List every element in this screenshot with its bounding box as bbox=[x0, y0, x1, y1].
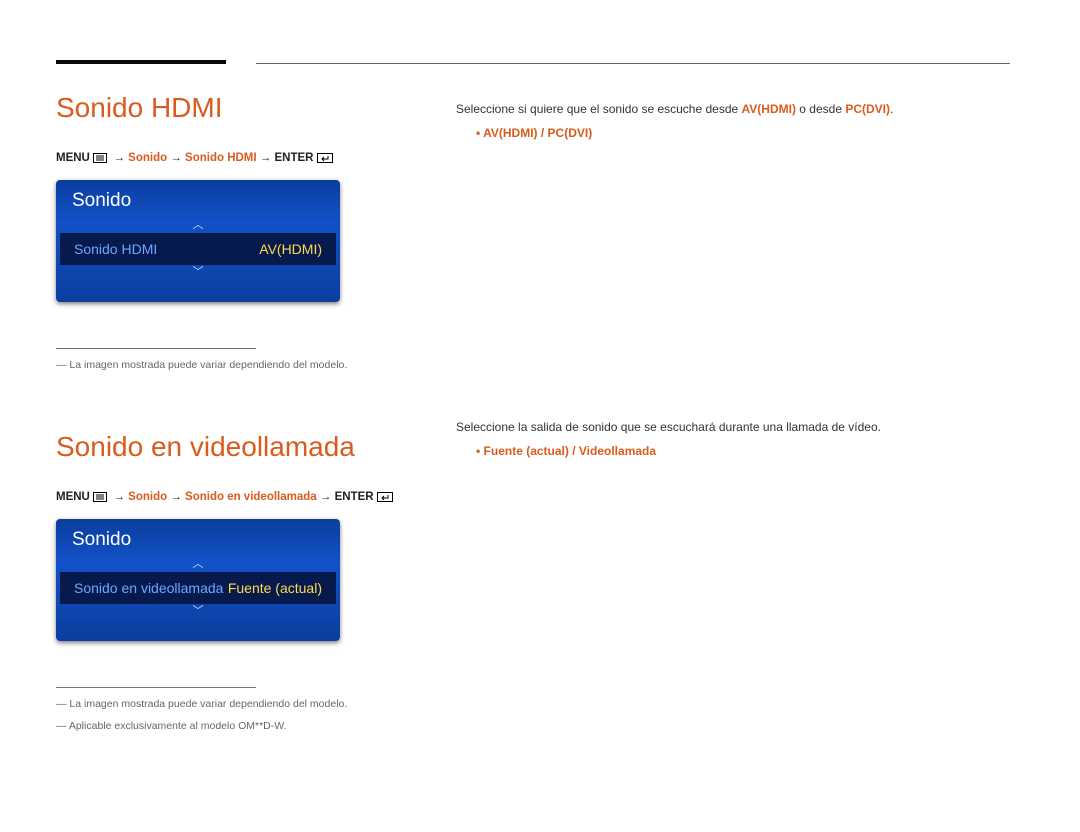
chevron-up-icon: ︿ bbox=[56, 218, 340, 233]
breadcrumb-hdmi: MENU → Sonido → Sonido HDMI → ENTER bbox=[56, 152, 396, 166]
menu-icon bbox=[93, 492, 107, 505]
osd-spacer bbox=[56, 619, 340, 641]
footnote: La imagen mostrada puede variar dependie… bbox=[56, 359, 396, 371]
right-hdmi: Seleccione si quiere que el sonido se es… bbox=[456, 102, 1010, 140]
osd-title: Sonido bbox=[56, 180, 340, 218]
osd-panel-videocall: Sonido ︿ Sonido en videollamada Fuente (… bbox=[56, 519, 340, 641]
desc-hdmi: Seleccione si quiere que el sonido se es… bbox=[456, 102, 1010, 116]
crumb-part-1: Sonido bbox=[128, 491, 167, 503]
crumb-part-1: Sonido bbox=[128, 152, 167, 164]
osd-row-label: Sonido HDMI bbox=[74, 241, 157, 257]
left-column: Sonido HDMI MENU → Sonido → Sonido HDMI … bbox=[56, 92, 396, 792]
osd-row-value: AV(HDMI) bbox=[259, 241, 322, 257]
desc-text: o desde bbox=[796, 102, 845, 116]
osd-row: Sonido HDMI AV(HDMI) bbox=[60, 233, 336, 265]
menu-label: MENU bbox=[56, 491, 90, 503]
crumb-part-2: Sonido en videollamada bbox=[185, 491, 317, 503]
footnote: Aplicable exclusivamente al modelo OM**D… bbox=[56, 720, 396, 732]
chevron-up-icon: ︿ bbox=[56, 557, 340, 572]
chevron-down-icon: ﹀ bbox=[56, 265, 340, 280]
footnote-rule bbox=[56, 348, 256, 349]
crumb-part-2: Sonido HDMI bbox=[185, 152, 257, 164]
footnote-rule bbox=[56, 687, 256, 688]
menu-label: MENU bbox=[56, 152, 90, 164]
osd-row-label: Sonido en videollamada bbox=[74, 580, 223, 596]
chevron-down-icon: ﹀ bbox=[56, 604, 340, 619]
enter-icon bbox=[377, 492, 393, 505]
rule-thin bbox=[256, 63, 1010, 64]
osd-panel-hdmi: Sonido ︿ Sonido HDMI AV(HDMI) ﹀ bbox=[56, 180, 340, 302]
osd-row: Sonido en videollamada Fuente (actual) bbox=[60, 572, 336, 604]
footnote: La imagen mostrada puede variar dependie… bbox=[56, 698, 396, 710]
enter-label: ENTER bbox=[274, 152, 313, 164]
desc-text: Seleccione si quiere que el sonido se es… bbox=[456, 102, 742, 116]
osd-title: Sonido bbox=[56, 519, 340, 557]
desc-em: PC(DVI) bbox=[845, 102, 890, 116]
heading-hdmi: Sonido HDMI bbox=[56, 92, 396, 124]
enter-icon bbox=[317, 153, 333, 166]
right-videocall: Seleccione la salida de sonido que se es… bbox=[456, 420, 1010, 458]
content-columns: Sonido HDMI MENU → Sonido → Sonido HDMI … bbox=[56, 92, 1010, 792]
document-page: Sonido HDMI MENU → Sonido → Sonido HDMI … bbox=[0, 0, 1080, 832]
enter-label: ENTER bbox=[335, 491, 374, 503]
option-bullet: Fuente (actual) / Videollamada bbox=[456, 444, 1010, 458]
rule-thick bbox=[56, 60, 226, 64]
heading-videocall: Sonido en videollamada bbox=[56, 431, 396, 463]
breadcrumb-videocall: MENU → Sonido → Sonido en videollamada →… bbox=[56, 491, 396, 505]
desc-em: AV(HDMI) bbox=[742, 102, 796, 116]
desc-videocall: Seleccione la salida de sonido que se es… bbox=[456, 420, 1010, 434]
top-rule bbox=[56, 60, 1010, 64]
section-hdmi-sound: Sonido HDMI MENU → Sonido → Sonido HDMI … bbox=[56, 92, 396, 371]
osd-spacer bbox=[56, 280, 340, 302]
desc-text: . bbox=[890, 102, 893, 116]
section-videocall-sound: Sonido en videollamada MENU → Sonido → S… bbox=[56, 431, 396, 732]
option-bullet: AV(HDMI) / PC(DVI) bbox=[456, 126, 1010, 140]
osd-row-value: Fuente (actual) bbox=[228, 580, 322, 596]
right-column: Seleccione si quiere que el sonido se es… bbox=[456, 92, 1010, 792]
menu-icon bbox=[93, 153, 107, 166]
